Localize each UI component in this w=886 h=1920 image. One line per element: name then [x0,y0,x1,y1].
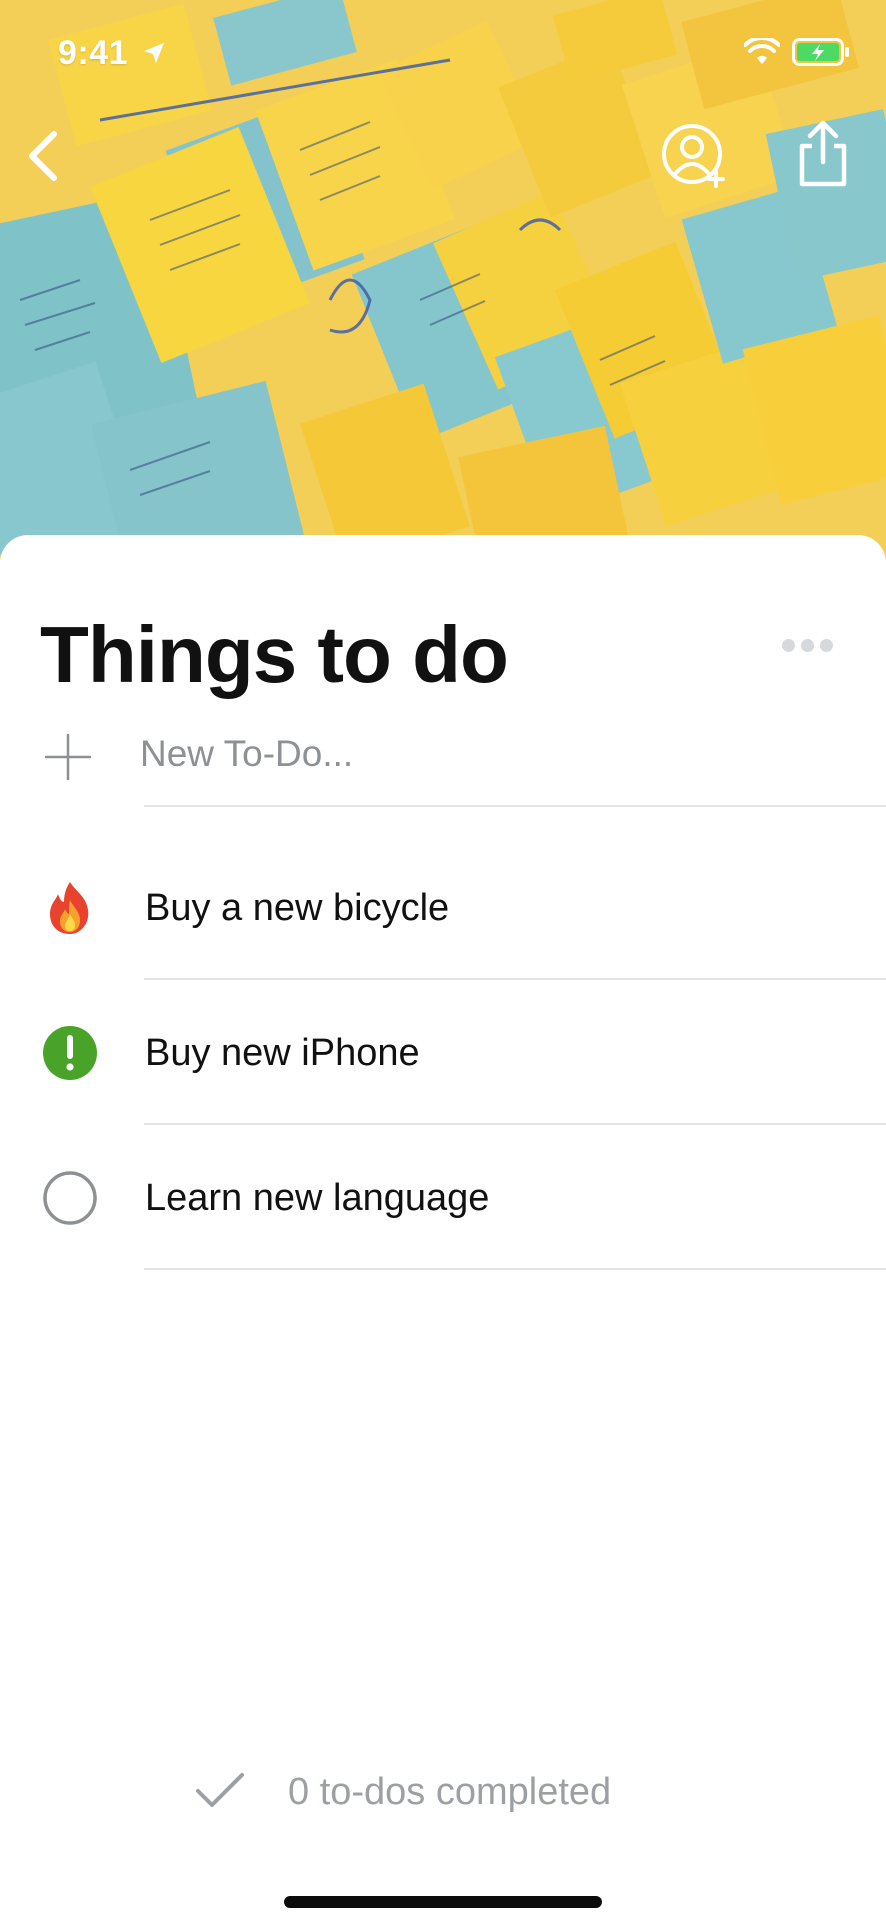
battery-icon [792,38,849,66]
chevron-left-icon [29,131,57,181]
todo-label: Buy new iPhone [145,1032,420,1074]
list-sheet: Things to do Buy a new bicycle [0,535,886,1920]
completed-summary[interactable]: 0 to-dos completed [0,1765,886,1825]
share-icon [799,120,847,187]
new-todo-row[interactable] [0,707,886,807]
checkmark-icon [196,1773,244,1807]
todo-item-buy-bicycle[interactable]: Buy a new bicycle [0,835,886,980]
more-options-button[interactable] [782,639,846,669]
more-dot-icon [782,639,795,652]
fire-icon [50,882,89,934]
exclamation-icon [43,1026,97,1080]
todo-label: Learn new language [145,1177,490,1219]
todo-item-buy-iphone[interactable]: Buy new iPhone [0,980,886,1125]
status-bar: 9:41 [0,0,886,110]
share-with-person-button[interactable] [658,120,730,192]
more-dot-icon [820,639,833,652]
more-dot-icon [801,639,814,652]
location-arrow-icon [144,43,164,63]
home-indicator[interactable] [284,1896,602,1908]
page-title: Things to do [40,610,509,699]
back-button[interactable] [14,124,74,188]
share-button[interactable] [790,118,856,190]
empty-circle-icon[interactable] [40,1168,100,1228]
divider [144,805,886,807]
screen: 9:41 Things to do New To-Do... Buy a new… [0,0,886,1920]
todo-item-learn-language[interactable]: Learn new language [0,1125,886,1270]
add-person-icon [662,124,725,188]
title-row: Things to do [40,605,846,705]
todo-list: Buy a new bicycle Buy new iPhone Learn n… [0,835,886,1270]
todo-label: Buy a new bicycle [145,887,450,929]
completed-label: 0 to-dos completed [288,1771,612,1813]
divider [144,1268,886,1270]
new-todo-input[interactable] [140,733,840,775]
status-time: 9:41 [58,34,129,72]
plus-icon [44,733,92,781]
wifi-icon [744,38,780,64]
